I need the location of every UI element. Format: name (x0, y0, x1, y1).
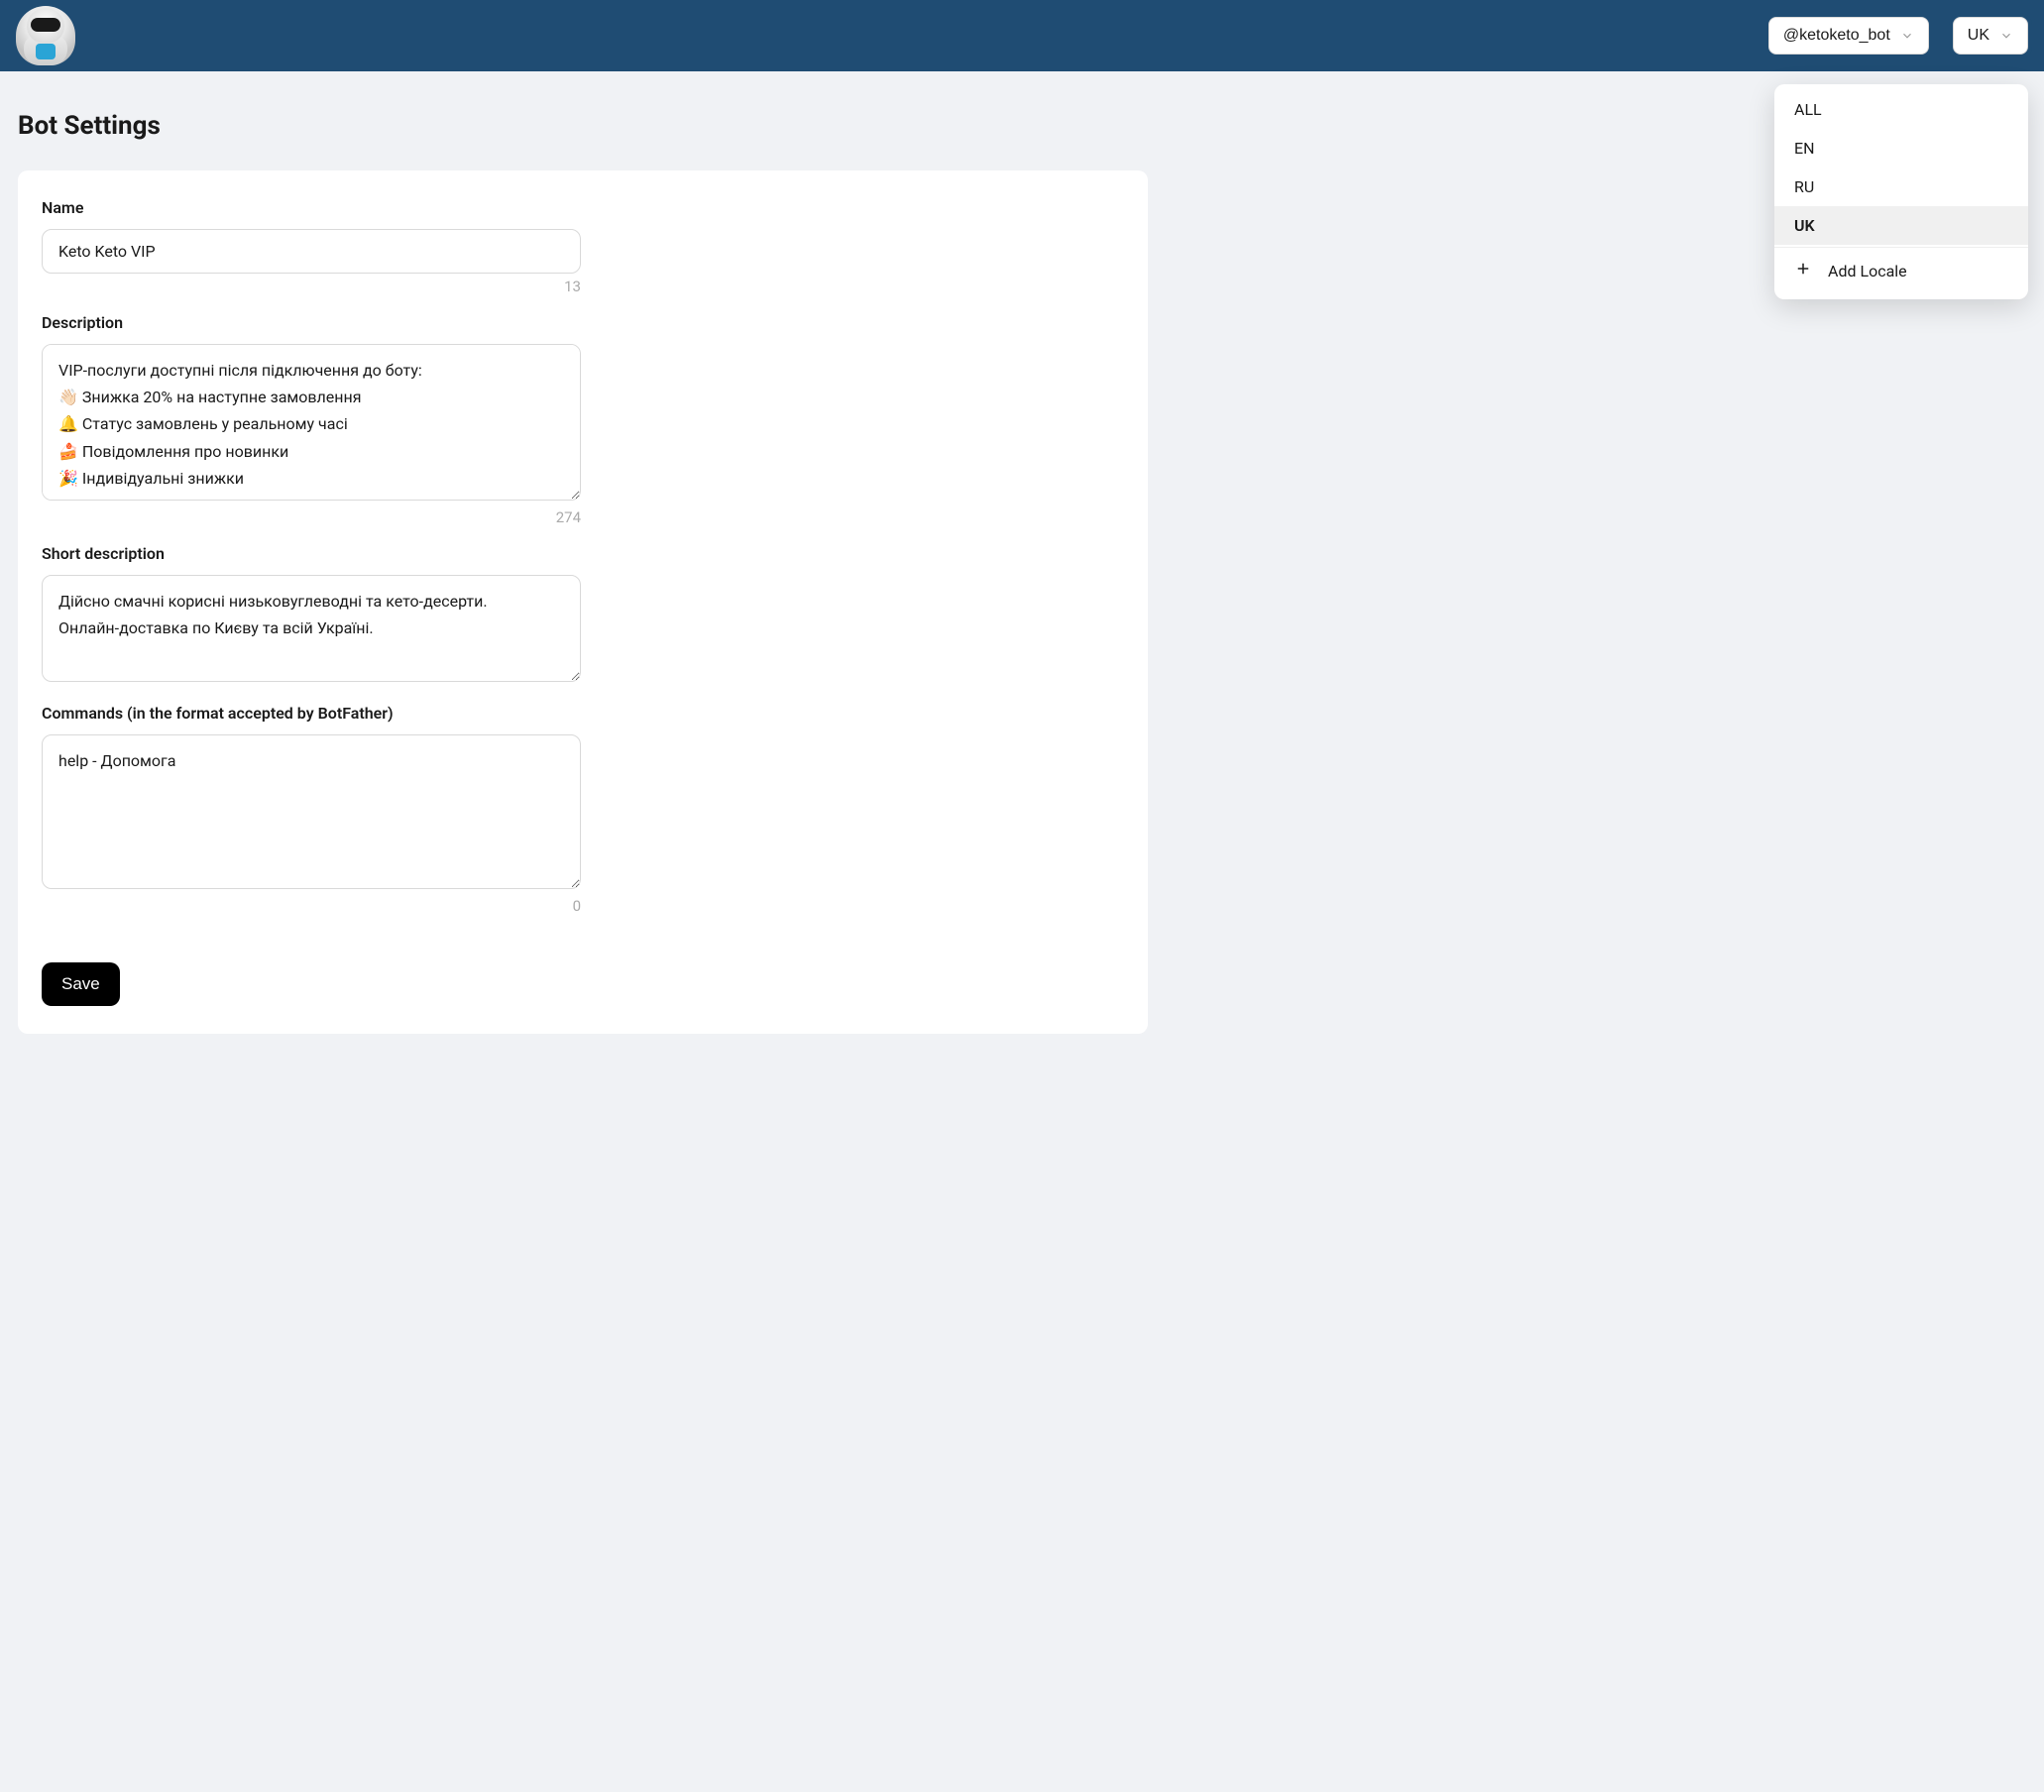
description-group: Description 274 (42, 313, 581, 526)
top-header: @ketoketo_bot UK ALL EN RU UK (0, 0, 2044, 71)
name-counter: 13 (42, 278, 581, 295)
description-label: Description (42, 313, 581, 332)
locale-option-uk[interactable]: UK (1774, 206, 2028, 245)
add-locale-button[interactable]: Add Locale (1774, 248, 2028, 293)
locale-option-en[interactable]: EN (1774, 129, 2028, 168)
locale-select[interactable]: UK (1953, 17, 2028, 55)
header-controls: @ketoketo_bot UK ALL EN RU UK (1768, 17, 2028, 55)
chevron-down-icon (1999, 29, 2013, 43)
plus-icon (1794, 260, 1812, 281)
short-description-group: Short description (42, 544, 581, 686)
chevron-down-icon (1900, 29, 1914, 43)
page-title: Bot Settings (18, 111, 2026, 141)
name-group: Name 13 (42, 198, 581, 295)
name-input[interactable] (42, 229, 581, 274)
short-description-label: Short description (42, 544, 581, 563)
description-input[interactable] (42, 344, 581, 501)
page: Bot Settings Name 13 Description 274 Sho… (0, 71, 2044, 1054)
locale-option-all[interactable]: ALL (1774, 90, 2028, 129)
commands-counter: 0 (42, 897, 581, 915)
bot-select[interactable]: @ketoketo_bot (1768, 17, 1929, 55)
locale-select-label: UK (1968, 27, 1989, 45)
commands-input[interactable] (42, 734, 581, 889)
commands-group: Commands (in the format accepted by BotF… (42, 704, 581, 915)
commands-label: Commands (in the format accepted by BotF… (42, 704, 581, 723)
description-counter: 274 (42, 508, 581, 526)
name-label: Name (42, 198, 581, 217)
locale-dropdown: ALL EN RU UK Add Locale (1774, 84, 2028, 299)
add-locale-label: Add Locale (1828, 262, 1907, 280)
short-description-input[interactable] (42, 575, 581, 682)
settings-card: Name 13 Description 274 Short descriptio… (18, 170, 1148, 1034)
save-button[interactable]: Save (42, 962, 120, 1006)
app-logo (16, 6, 75, 65)
bot-select-label: @ketoketo_bot (1783, 27, 1890, 45)
locale-option-ru[interactable]: RU (1774, 168, 2028, 206)
